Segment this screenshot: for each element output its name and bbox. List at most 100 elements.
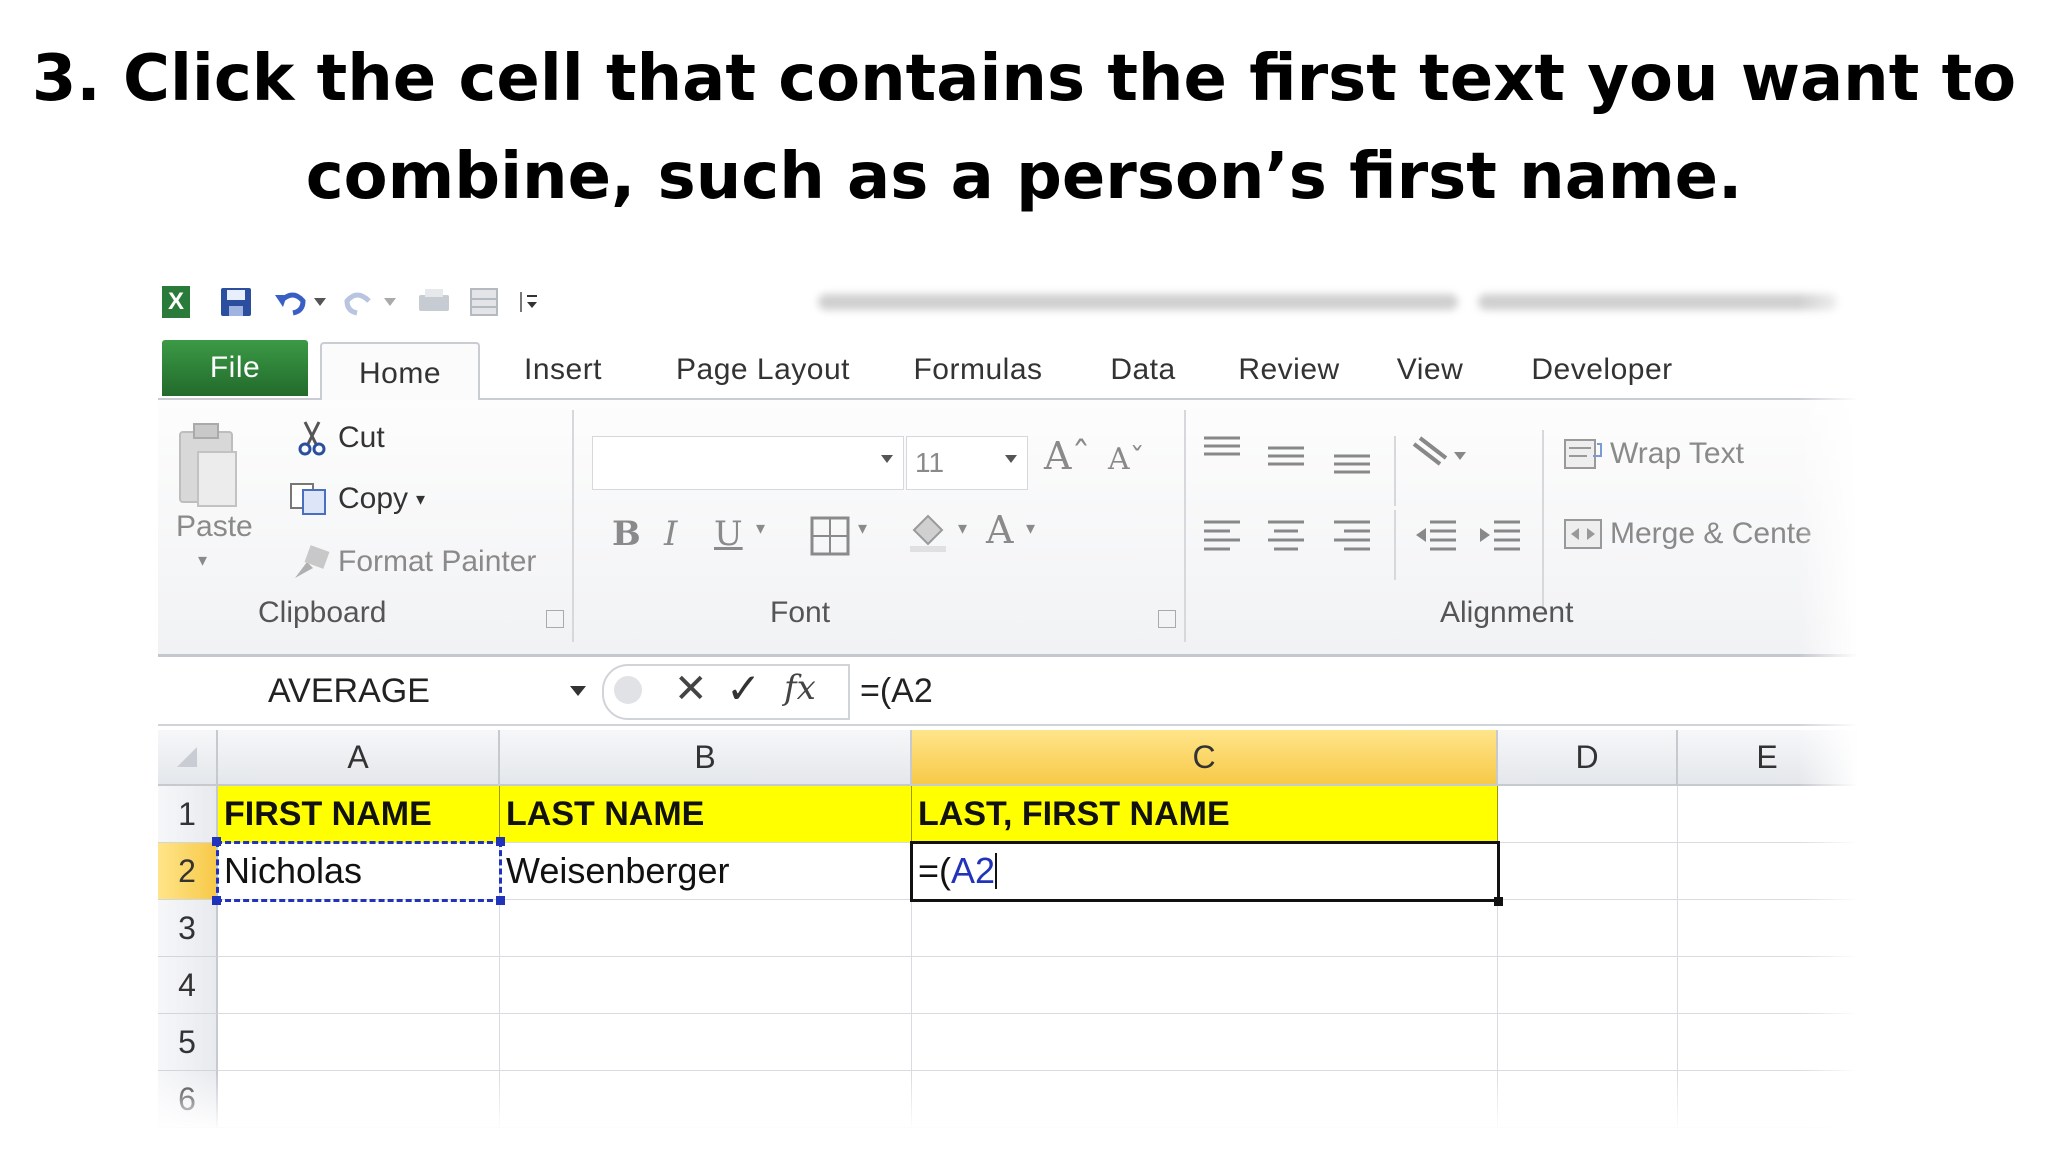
paste-icon[interactable] [176,422,238,508]
tab-file[interactable]: File [162,340,308,396]
tab-view[interactable]: View [1380,342,1480,398]
cell-b6[interactable] [500,1071,912,1128]
tab-insert[interactable]: Insert [498,342,628,398]
cell-e5[interactable] [1678,1014,1858,1071]
clipboard-launcher-icon[interactable] [546,610,564,628]
cell-b1[interactable]: LAST NAME [500,786,912,843]
tab-formulas[interactable]: Formulas [898,342,1058,398]
reference-handle[interactable] [212,837,221,846]
cell-e3[interactable] [1678,900,1858,957]
row-header-3[interactable]: 3 [158,900,218,957]
cell-d2[interactable] [1498,843,1678,900]
font-size-combo[interactable]: 11 [906,436,1028,490]
name-box-dropdown-icon[interactable] [570,686,586,696]
grow-font-icon[interactable]: Aˆ [1044,434,1090,478]
fill-handle[interactable] [1494,897,1503,906]
cell-b2[interactable]: Weisenberger [500,843,912,900]
cell-a4[interactable] [218,957,500,1014]
cell-d5[interactable] [1498,1014,1678,1071]
column-header-b[interactable]: B [500,730,912,786]
cell-b3[interactable] [500,900,912,957]
row-header-2[interactable]: 2 [158,843,218,900]
cell-a6[interactable] [218,1071,500,1128]
cancel-icon[interactable]: ✕ [674,666,708,712]
cell-c2[interactable]: =(A2 [912,843,1498,900]
name-box[interactable]: AVERAGE [158,664,598,716]
expand-icon[interactable] [614,676,642,704]
copy-button[interactable]: Copy ▾ [286,482,425,516]
cell-c6[interactable] [912,1071,1498,1128]
cell-c5[interactable] [912,1014,1498,1071]
cell-c3[interactable] [912,900,1498,957]
cell-d6[interactable] [1498,1071,1678,1128]
print-preview-icon[interactable] [414,284,454,320]
row-header-1[interactable]: 1 [158,786,218,843]
tab-data[interactable]: Data [1088,342,1198,398]
cell-d4[interactable] [1498,957,1678,1014]
increase-indent-icon[interactable] [1478,518,1522,554]
cell-e6[interactable] [1678,1071,1858,1128]
cell-e1[interactable] [1678,786,1858,843]
top-align-icon[interactable] [1202,434,1242,464]
font-color-icon[interactable]: A [986,508,1013,552]
cell-b4[interactable] [500,957,912,1014]
font-launcher-icon[interactable] [1158,610,1176,628]
fill-color-icon[interactable] [906,510,950,554]
tab-developer[interactable]: Developer [1514,342,1690,398]
fill-color-dropdown-icon[interactable]: ▾ [958,518,967,539]
undo-dropdown-icon[interactable] [310,284,330,320]
save-icon[interactable] [216,284,256,320]
borders-dropdown-icon[interactable]: ▾ [858,518,867,539]
cell-a2[interactable]: Nicholas [218,843,500,900]
enter-icon[interactable]: ✓ [726,664,761,713]
column-header-c[interactable]: C [912,730,1498,786]
redo-dropdown-icon[interactable] [380,284,400,320]
column-header-e[interactable]: E [1678,730,1858,786]
tab-page-layout[interactable]: Page Layout [658,342,868,398]
format-painter-button[interactable]: Format Painter [288,544,536,580]
shrink-font-icon[interactable]: Aˇ [1108,442,1145,477]
cell-c1[interactable]: LAST, FIRST NAME [912,786,1498,843]
cell-d1[interactable] [1498,786,1678,843]
cell-a1[interactable]: FIRST NAME [218,786,500,843]
paste-dropdown-icon[interactable]: ▾ [198,550,207,571]
insert-function-icon[interactable]: fx [784,668,816,708]
merge-center-button[interactable]: Merge & Cente [1560,516,1812,552]
align-center-icon[interactable] [1266,518,1306,554]
bold-button[interactable]: B [612,514,641,554]
row-header-6[interactable]: 6 [158,1071,218,1128]
orientation-icon[interactable] [1410,434,1470,474]
form-icon[interactable] [464,284,504,320]
cell-b5[interactable] [500,1014,912,1071]
row-header-5[interactable]: 5 [158,1014,218,1071]
redo-icon[interactable] [340,284,380,320]
reference-handle[interactable] [212,896,221,905]
wrap-text-button[interactable]: Wrap Text [1560,436,1744,472]
font-color-dropdown-icon[interactable]: ▾ [1026,518,1035,539]
bottom-align-icon[interactable] [1332,446,1372,476]
cell-c4[interactable] [912,957,1498,1014]
align-right-icon[interactable] [1332,518,1372,554]
cell-a3[interactable] [218,900,500,957]
underline-dropdown-icon[interactable]: ▾ [756,518,765,539]
middle-align-icon[interactable] [1266,440,1306,470]
cell-d3[interactable] [1498,900,1678,957]
row-header-4[interactable]: 4 [158,957,218,1014]
formula-input[interactable]: =(A2 [860,672,933,711]
customize-qat-icon[interactable] [514,284,544,320]
paste-button[interactable]: Paste [176,510,253,544]
copy-dropdown-icon[interactable]: ▾ [416,489,425,510]
font-name-combo[interactable] [592,436,904,490]
undo-icon[interactable] [270,284,310,320]
reference-handle[interactable] [496,837,505,846]
align-left-icon[interactable] [1202,518,1242,554]
cell-e2[interactable] [1678,843,1858,900]
italic-button[interactable]: I [664,514,677,554]
column-header-d[interactable]: D [1498,730,1678,786]
column-header-a[interactable]: A [218,730,500,786]
select-all-corner[interactable] [158,730,218,786]
underline-button[interactable]: U [714,514,743,554]
borders-icon[interactable] [810,516,850,556]
cell-a5[interactable] [218,1014,500,1071]
reference-handle[interactable] [496,896,505,905]
